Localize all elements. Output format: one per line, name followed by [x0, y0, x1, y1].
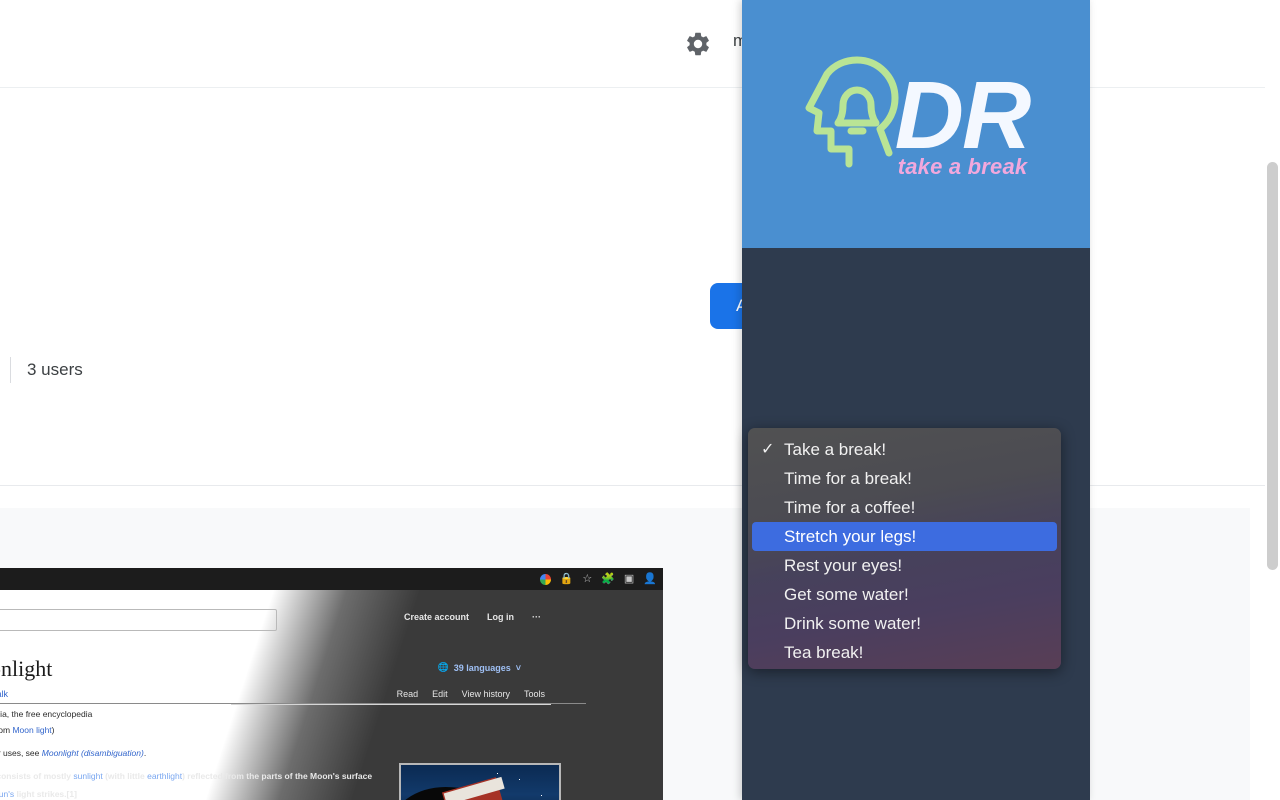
dropdown-option[interactable]: Get some water! [748, 580, 1061, 609]
wikipedia-article-title: onlight [0, 656, 53, 681]
chrome-logo-icon [539, 573, 551, 585]
wikipedia-search-input [0, 609, 277, 631]
wikipedia-talk-link: Talk [0, 689, 9, 699]
wikipedia-nav-rule [231, 704, 551, 705]
translate-icon: 🌐 [437, 662, 449, 672]
screenshot-browser-toolbar: 🔒 ☆ 🧩 ▣ 👤 [0, 568, 663, 590]
wikipedia-line-2: d from Moon light) [0, 725, 55, 735]
more-menu-icon: ··· [532, 612, 541, 622]
chevron-down-icon: ˅ [515, 662, 521, 673]
star-icon: ☆ [582, 573, 593, 585]
lock-icon: 🔒 [559, 573, 574, 585]
screen: m A 3 users Privacy practices Reviews Su… [0, 0, 1280, 800]
dropdown-option[interactable]: Tea break! [748, 638, 1061, 667]
log-in-link: Log in [487, 612, 514, 622]
wikipedia-line-5: e Sun's light strikes.[1] [0, 789, 77, 799]
dropdown-option[interactable]: Time for a coffee! [748, 493, 1061, 522]
logo-tagline: take a break [897, 154, 1028, 179]
popup-text-dropdown-list[interactable]: Take a break!Time for a break!Time for a… [748, 428, 1061, 669]
wikipedia-nav-tabs: Read Edit View history Tools [397, 689, 545, 699]
extension-popup: DR take a break Timer (minutes): 5 minut… [742, 0, 1090, 800]
dropdown-option[interactable]: Drink some water! [748, 609, 1061, 638]
wikipedia-tab-read: Read [396, 689, 419, 699]
page-scrollbar[interactable] [1265, 74, 1280, 800]
logo-initials: DR [894, 62, 1032, 169]
logo: DR take a break [799, 52, 1032, 180]
screenshot-toolbar-icons: 🔒 ☆ 🧩 ▣ 👤 [539, 571, 657, 587]
create-account-link: Create account [403, 612, 469, 622]
dropdown-option[interactable]: Rest your eyes! [748, 551, 1061, 580]
wikipedia-line-1: pedia, the free encyclopedia [0, 709, 93, 719]
wikipedia-tab-tools: Tools [523, 689, 545, 699]
wikipedia-tab-view-history: View history [461, 689, 510, 699]
wikipedia-tab-edit: Edit [432, 689, 448, 699]
popup-header: DR take a break [742, 0, 1090, 248]
dropdown-option[interactable]: Time for a break! [748, 464, 1061, 493]
logo-text: DR take a break [895, 68, 1032, 180]
wikipedia-languages: 🌐 39 languages ˅ [437, 662, 521, 673]
extensions-puzzle-icon: 🧩 [601, 573, 615, 585]
page-scrollbar-thumb[interactable] [1267, 162, 1278, 570]
wikipedia-line-3: ther uses, see Moonlight (disambiguation… [0, 748, 147, 758]
store-meta-row: 3 users [0, 357, 83, 383]
profile-icon: 👤 [643, 573, 657, 585]
wikipedia-account-links: Create account Log in ··· [404, 612, 541, 622]
wikipedia-infobox-image [399, 763, 561, 800]
sidepanel-icon: ▣ [623, 573, 635, 585]
users-count: 3 users [27, 360, 83, 379]
dropdown-option[interactable]: Take a break! [748, 435, 1061, 464]
meta-divider [10, 357, 11, 383]
screenshot-thumbnail[interactable]: 🔒 ☆ 🧩 ▣ 👤 Search Wikipedia Create accoun… [0, 568, 663, 800]
gear-icon[interactable] [684, 30, 712, 58]
dropdown-option[interactable]: Stretch your legs! [752, 522, 1057, 551]
